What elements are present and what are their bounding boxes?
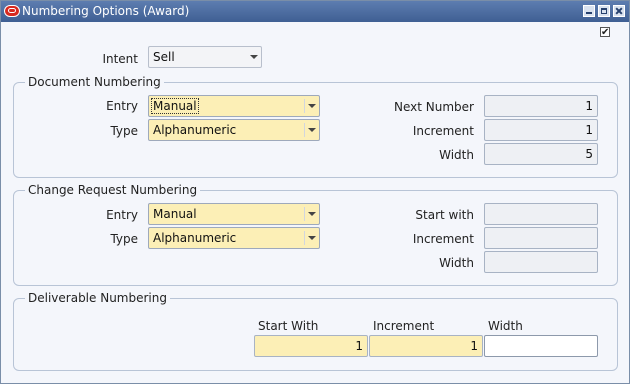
doc-increment-field[interactable]: 1 bbox=[484, 119, 598, 141]
next-number-label: Next Number bbox=[394, 100, 474, 114]
checkbox[interactable]: ✔ bbox=[600, 27, 610, 38]
close-icon[interactable] bbox=[613, 5, 625, 17]
cr-increment-field[interactable] bbox=[484, 227, 598, 249]
deliverable-increment-field[interactable]: 1 bbox=[369, 335, 483, 357]
doc-type-label: Type bbox=[110, 124, 138, 138]
doc-entry-select[interactable]: Manual bbox=[148, 95, 320, 117]
deliverable-increment-label: Increment bbox=[373, 319, 435, 333]
doc-width-label: Width bbox=[439, 148, 474, 162]
select-divider bbox=[304, 123, 305, 137]
doc-increment-label: Increment bbox=[412, 124, 474, 138]
cr-width-field[interactable] bbox=[484, 251, 598, 273]
cr-entry-select[interactable]: Manual bbox=[148, 203, 320, 225]
intent-value: Sell bbox=[153, 50, 175, 64]
chevron-down-icon bbox=[308, 128, 316, 132]
chevron-down-icon bbox=[250, 55, 258, 59]
change-request-numbering-legend: Change Request Numbering bbox=[25, 183, 201, 197]
start-with-field[interactable] bbox=[484, 203, 598, 225]
deliverable-start-with-label: Start With bbox=[258, 319, 319, 333]
cr-entry-value: Manual bbox=[153, 207, 197, 221]
chevron-down-icon bbox=[308, 236, 316, 240]
doc-entry-value: Manual bbox=[151, 98, 199, 114]
deliverable-width-label: Width bbox=[488, 319, 523, 333]
numbering-options-window: Numbering Options (Award) ✔ Intent Sell … bbox=[0, 0, 630, 384]
maximize-icon[interactable] bbox=[598, 5, 610, 17]
document-numbering-legend: Document Numbering bbox=[25, 75, 164, 89]
window-title: Numbering Options (Award) bbox=[22, 4, 190, 18]
intent-select[interactable]: Sell bbox=[148, 46, 262, 68]
oracle-logo-icon bbox=[4, 5, 20, 17]
start-with-label: Start with bbox=[415, 208, 474, 222]
cr-type-value: Alphanumeric bbox=[153, 231, 237, 245]
chevron-down-icon bbox=[308, 104, 316, 108]
select-divider bbox=[304, 207, 305, 221]
cr-type-select[interactable]: Alphanumeric bbox=[148, 227, 320, 249]
cr-entry-label: Entry bbox=[106, 208, 138, 222]
select-divider bbox=[304, 99, 305, 113]
select-divider bbox=[304, 231, 305, 245]
deliverable-start-with-field[interactable]: 1 bbox=[254, 335, 368, 357]
cr-type-label: Type bbox=[110, 232, 138, 246]
doc-width-field[interactable]: 5 bbox=[484, 143, 598, 165]
doc-type-value: Alphanumeric bbox=[153, 123, 237, 137]
doc-entry-label: Entry bbox=[106, 99, 138, 113]
deliverable-numbering-legend: Deliverable Numbering bbox=[25, 291, 170, 305]
minimize-icon[interactable] bbox=[583, 5, 595, 17]
intent-label: Intent bbox=[102, 52, 138, 66]
next-number-field[interactable]: 1 bbox=[484, 95, 598, 117]
cr-width-label: Width bbox=[439, 256, 474, 270]
deliverable-width-field[interactable] bbox=[484, 335, 598, 357]
cr-increment-label: Increment bbox=[412, 232, 474, 246]
title-bar[interactable]: Numbering Options (Award) bbox=[1, 1, 629, 22]
chevron-down-icon bbox=[308, 212, 316, 216]
doc-type-select[interactable]: Alphanumeric bbox=[148, 119, 320, 141]
